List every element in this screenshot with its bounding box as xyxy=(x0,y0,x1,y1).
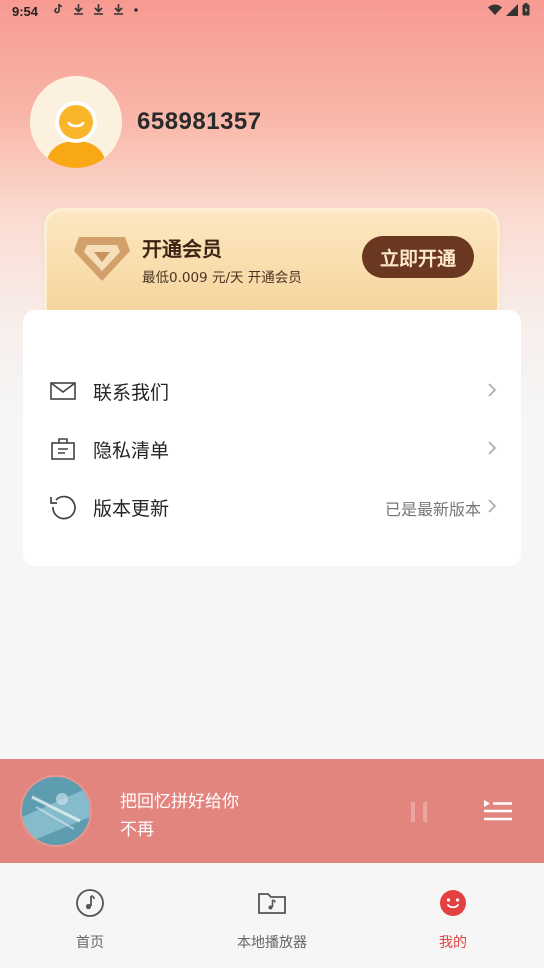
song-title: 把回忆拼好给你 xyxy=(120,792,239,812)
smile-face-icon xyxy=(440,890,466,916)
chevron-right-icon xyxy=(488,499,497,513)
download-icon xyxy=(94,4,103,15)
download-icon xyxy=(114,4,123,15)
more-notifications-dot-icon xyxy=(134,8,138,12)
avatar[interactable] xyxy=(30,76,122,168)
nav-label: 本地播放器 xyxy=(237,935,307,951)
menu-item-label: 联系我们 xyxy=(93,382,170,404)
menu-item-contact-us[interactable]: 联系我们 xyxy=(23,366,521,416)
bottom-navigation: 首页 本地播放器 我的 xyxy=(0,863,544,968)
vip-title: 开通会员 xyxy=(142,237,222,261)
vip-subtitle: 最低0.009 元/天 开通会员 xyxy=(142,270,302,286)
menu-item-version-update[interactable]: 版本更新 已是最新版本 xyxy=(23,482,521,532)
album-art-image xyxy=(22,777,90,845)
refresh-icon xyxy=(50,495,76,520)
music-folder-icon xyxy=(258,893,286,914)
clipboard-icon xyxy=(51,438,75,460)
status-bar: 9:54 xyxy=(0,0,544,24)
default-avatar-icon xyxy=(30,76,122,168)
notification-icons xyxy=(52,3,139,15)
tiktok-notification-icon xyxy=(54,3,63,14)
nav-item-mine[interactable]: 我的 xyxy=(393,888,513,952)
username: 658981357 xyxy=(137,108,262,135)
wifi-icon xyxy=(488,4,502,15)
menu-item-privacy-list[interactable]: 隐私清单 xyxy=(23,424,521,474)
status-time: 9:54 xyxy=(12,4,39,19)
pause-button-icon[interactable] xyxy=(408,799,430,825)
album-cover[interactable] xyxy=(22,777,90,845)
version-status: 已是最新版本 xyxy=(384,500,481,519)
nav-label: 首页 xyxy=(76,935,104,951)
open-vip-button[interactable]: 立即开通 xyxy=(362,236,474,278)
playlist-icon[interactable] xyxy=(482,797,514,825)
battery-icon xyxy=(522,3,530,16)
menu-item-label: 隐私清单 xyxy=(93,440,170,462)
nav-item-home[interactable]: 首页 xyxy=(30,888,150,952)
nav-label: 我的 xyxy=(439,935,467,951)
music-note-icon xyxy=(76,889,104,917)
system-status-icons xyxy=(488,3,530,16)
chevron-right-icon xyxy=(488,383,497,397)
menu-item-label: 版本更新 xyxy=(93,498,170,520)
settings-menu: 联系我们 隐私清单 版本更新 已是最新版本 xyxy=(23,310,521,566)
chevron-right-icon xyxy=(488,441,497,455)
download-icon xyxy=(74,4,83,15)
song-artist: 不再 xyxy=(120,820,154,840)
nav-item-local-player[interactable]: 本地播放器 xyxy=(212,888,332,952)
vip-card[interactable]: 开通会员 最低0.009 元/天 开通会员 立即开通 xyxy=(44,208,500,320)
cell-signal-icon xyxy=(506,3,518,16)
diamond-icon xyxy=(74,237,130,281)
now-playing-bar[interactable]: 把回忆拼好给你 不再 xyxy=(0,759,544,863)
mail-icon xyxy=(50,382,76,400)
